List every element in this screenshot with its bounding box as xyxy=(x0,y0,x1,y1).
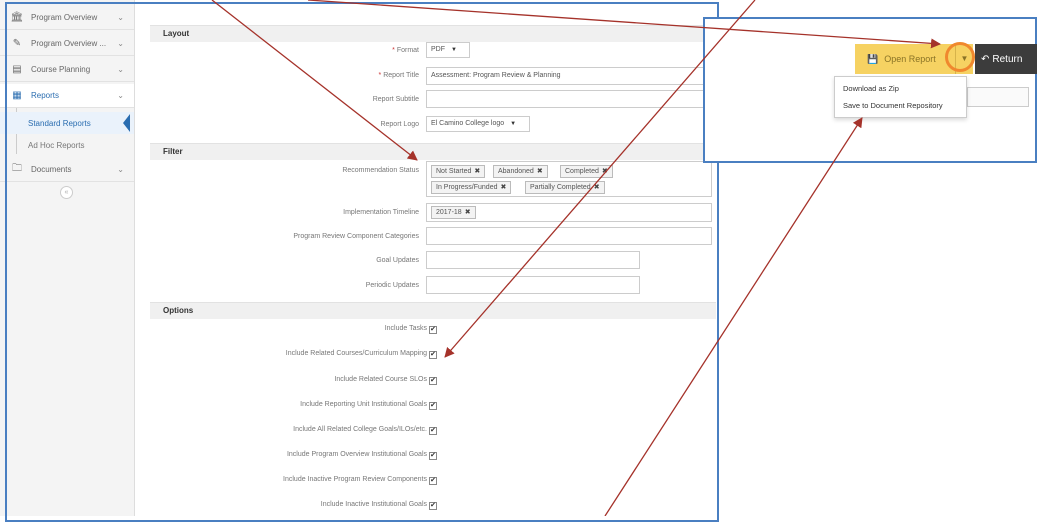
open-report-button[interactable]: 💾 Open Report xyxy=(855,44,955,74)
highlight-circle xyxy=(945,42,975,72)
return-label: Return xyxy=(992,53,1023,65)
menu-item-download-zip[interactable]: Download as Zip xyxy=(843,84,899,93)
return-button[interactable]: ↶ Return xyxy=(975,44,1037,74)
menu-item-save-to-repository[interactable]: Save to Document Repository xyxy=(843,101,943,110)
save-disk-icon: 💾 xyxy=(867,53,879,64)
screenshot-frame-left xyxy=(5,2,719,522)
open-report-menu: Download as Zip Save to Document Reposit… xyxy=(834,76,967,118)
background-field xyxy=(967,87,1029,107)
return-arrow-icon: ↶ xyxy=(981,53,990,65)
open-report-label: Open Report xyxy=(884,54,936,64)
